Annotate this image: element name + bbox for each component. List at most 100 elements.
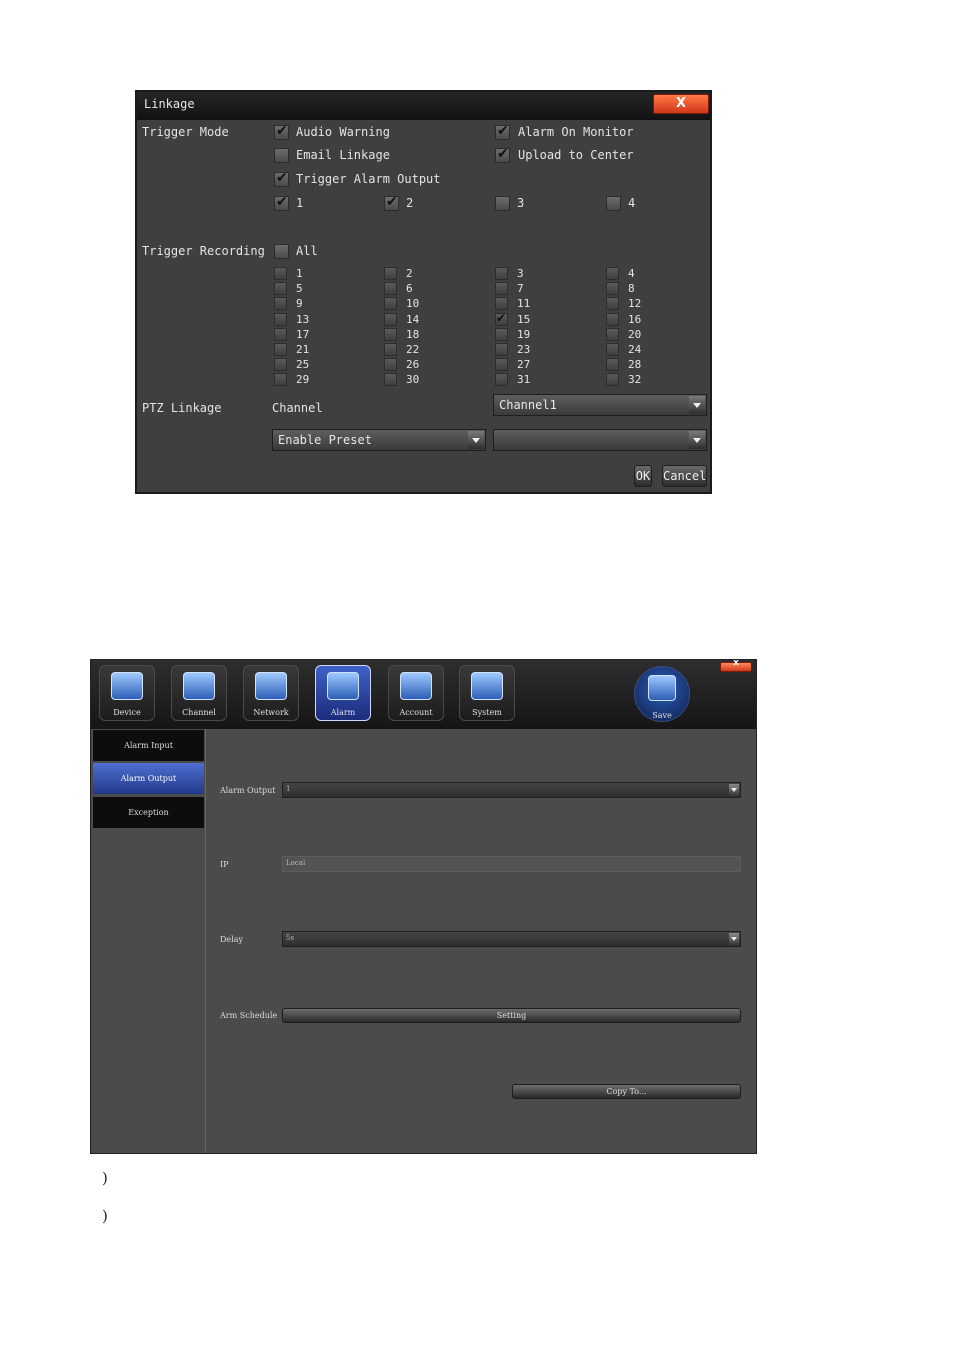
preset-number-select[interactable] [493, 429, 707, 451]
record-channel-25-checkbox[interactable] [274, 358, 287, 372]
alarm-output-select[interactable]: 1 [282, 782, 741, 798]
record-channel-6-checkbox[interactable] [384, 282, 397, 296]
footnote-marker: ) [102, 1169, 108, 1187]
record-channel-12-checkbox[interactable] [606, 297, 619, 311]
record-channel-27-checkbox[interactable] [495, 358, 508, 372]
record-channel-7-checkbox[interactable] [495, 282, 508, 296]
record-channel-label: 7 [517, 282, 524, 296]
email-linkage-label: Email Linkage [296, 148, 390, 162]
toolbar-alarm-button[interactable]: Alarm [315, 665, 371, 721]
record-channel-label: 11 [517, 297, 531, 311]
delay-select[interactable]: 5s [282, 931, 741, 947]
sidebar-item-alarm-output[interactable]: Alarm Output [93, 763, 204, 794]
cancel-button[interactable]: Cancel [662, 465, 707, 487]
record-channel-22-checkbox[interactable] [384, 343, 397, 356]
record-channel-17-checkbox[interactable] [274, 327, 287, 341]
alarm-output-3-label: 3 [517, 196, 525, 210]
record-channel-11-checkbox[interactable] [495, 297, 508, 311]
record-channel-label: 23 [517, 343, 531, 356]
record-channel-8-checkbox[interactable] [606, 282, 619, 296]
window-close-button[interactable] [720, 658, 752, 672]
toolbar-device-label: Device [113, 708, 141, 717]
record-channel-13-checkbox[interactable] [274, 312, 287, 326]
chevron-down-icon [729, 784, 739, 796]
chevron-down-icon [689, 431, 705, 449]
setting-button[interactable]: Setting [282, 1008, 741, 1023]
ptz-linkage-label: PTZ Linkage [142, 401, 222, 415]
alarm-on-monitor-checkbox[interactable] [495, 123, 510, 140]
record-channel-10-checkbox[interactable] [384, 297, 397, 311]
record-channel-26-checkbox[interactable] [384, 358, 397, 372]
trigger-alarm-output-label: Trigger Alarm Output [296, 172, 441, 186]
record-channel-2-checkbox[interactable] [384, 267, 397, 280]
upload-to-center-checkbox[interactable] [495, 146, 510, 163]
toolbar-system-label: System [472, 708, 502, 717]
preset-mode-select[interactable]: Enable Preset [272, 429, 486, 451]
toolbar-network-button[interactable]: Network [243, 665, 299, 721]
record-channel-label: 15 [517, 312, 531, 326]
record-channel-32-checkbox[interactable] [606, 373, 619, 387]
toolbar-device-button[interactable]: Device [99, 665, 155, 721]
record-channel-15-checkbox[interactable] [495, 311, 508, 326]
toolbar-account-button[interactable]: Account [388, 665, 444, 721]
record-channel-23-checkbox[interactable] [495, 343, 508, 356]
record-channel-label: 21 [296, 343, 310, 356]
record-channel-label: 14 [406, 312, 420, 326]
record-channel-20-checkbox[interactable] [606, 327, 619, 341]
record-channel-21-checkbox[interactable] [274, 343, 287, 356]
alarm-output-1-checkbox[interactable] [274, 194, 289, 211]
record-channel-3-checkbox[interactable] [495, 267, 508, 280]
record-channel-label: 10 [406, 297, 420, 311]
ip-value: Local [286, 859, 306, 867]
alarm-output-3-checkbox[interactable] [495, 196, 510, 211]
record-channel-label: 12 [628, 297, 642, 311]
trigger-alarm-output-checkbox[interactable] [274, 170, 289, 187]
toolbar-channel-button[interactable]: Channel [171, 665, 227, 721]
record-channel-label: 2 [406, 267, 413, 280]
record-channel-label: 4 [628, 267, 635, 280]
ok-button[interactable]: OK [634, 465, 652, 487]
toolbar-alarm-label: Alarm [330, 708, 356, 717]
record-channel-label: 1 [296, 267, 303, 280]
record-channel-5-checkbox[interactable] [274, 282, 287, 296]
record-channel-14-checkbox[interactable] [384, 312, 397, 326]
alarm-config-window: Device Channel Network Alarm Account Sys… [90, 658, 757, 1154]
record-channel-label: 19 [517, 327, 531, 341]
alarm-output-2-checkbox[interactable] [384, 194, 399, 211]
record-all-checkbox[interactable] [274, 244, 289, 259]
ptz-channel-select[interactable]: Channel1 [493, 394, 707, 416]
channel-icon [183, 672, 215, 700]
record-channel-31-checkbox[interactable] [495, 373, 508, 387]
toolbar-system-button[interactable]: System [459, 665, 515, 721]
record-channel-16-checkbox[interactable] [606, 312, 619, 326]
audio-warning-checkbox[interactable] [274, 123, 289, 140]
trigger-recording-label: Trigger Recording [142, 244, 265, 258]
record-channel-9-checkbox[interactable] [274, 297, 287, 311]
chevron-down-icon [729, 933, 739, 945]
record-channel-label: 17 [296, 327, 310, 341]
copy-to-button[interactable]: Copy To... [512, 1084, 741, 1099]
email-linkage-checkbox[interactable] [274, 148, 289, 163]
ip-label: IP [220, 860, 229, 869]
record-channel-4-checkbox[interactable] [606, 267, 619, 280]
save-label: Save [652, 711, 672, 720]
account-icon [400, 672, 432, 700]
alarm-output-4-checkbox[interactable] [606, 196, 621, 211]
record-channel-1-checkbox[interactable] [274, 267, 287, 280]
save-button[interactable]: Save [634, 666, 690, 722]
alarm-icon [327, 672, 359, 700]
alarm-output-4-label: 4 [628, 196, 636, 210]
sidebar-item-alarm-input[interactable]: Alarm Input [93, 730, 204, 761]
record-channel-24-checkbox[interactable] [606, 343, 619, 356]
sidebar-item-exception[interactable]: Exception [93, 797, 204, 828]
chevron-down-icon [689, 396, 705, 414]
record-channel-19-checkbox[interactable] [495, 327, 508, 341]
record-channel-label: 22 [406, 343, 420, 356]
close-button[interactable]: X [653, 94, 709, 114]
record-channel-label: 31 [517, 373, 531, 387]
record-channel-28-checkbox[interactable] [606, 358, 619, 372]
record-channel-18-checkbox[interactable] [384, 327, 397, 341]
record-channel-30-checkbox[interactable] [384, 373, 397, 387]
toolbar-network-label: Network [253, 708, 289, 717]
record-channel-29-checkbox[interactable] [274, 373, 287, 387]
